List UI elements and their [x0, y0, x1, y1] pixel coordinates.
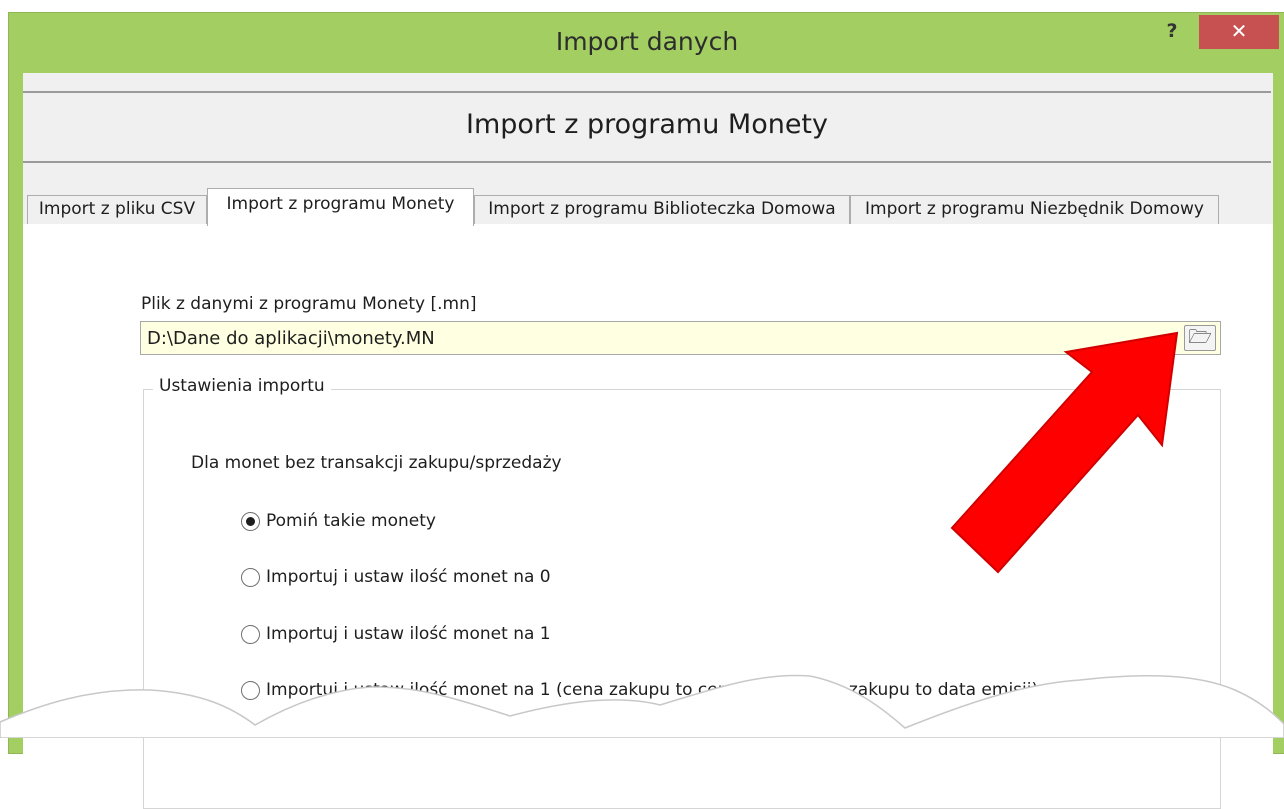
option-import-qty-1-emission[interactable]: Importuj i ustaw ilość monet na 1 (cena … [241, 680, 1038, 700]
window-title: Import danych [555, 27, 739, 56]
dialog-body: Import z programu Monety Import z pliku … [23, 73, 1273, 809]
banner-title: Import z programu Monety [466, 109, 828, 140]
option-label: Pomiń takie monety [266, 511, 436, 531]
option-label: Importuj i ustaw ilość monet na 1 [266, 624, 551, 644]
tab-import-niezbednik[interactable]: Import z programu Niezbędnik Domowy [850, 195, 1219, 224]
file-path-input[interactable] [140, 321, 1221, 355]
close-icon: ✕ [1230, 19, 1248, 43]
help-button[interactable]: ? [1161, 20, 1183, 42]
tab-import-monety[interactable]: Import z programu Monety [207, 188, 474, 226]
tab-import-csv[interactable]: Import z pliku CSV [27, 195, 207, 224]
settings-description: Dla monet bez transakcji zakupu/sprzedaż… [191, 453, 562, 473]
radio-button[interactable] [241, 624, 260, 644]
option-label: Importuj i ustaw ilość monet na 1 (cena … [266, 680, 1039, 700]
title-bar[interactable]: Import danych ? ✕ [9, 13, 1284, 73]
option-import-qty-0[interactable]: Importuj i ustaw ilość monet na 0 [241, 567, 551, 587]
radio-button-checked[interactable] [241, 511, 260, 531]
tab-panel-monety: Plik z danymi z programu Monety [.mn] 🗁 … [23, 224, 1273, 809]
file-path-label: Plik z danymi z programu Monety [.mn] [141, 294, 477, 314]
browse-button[interactable]: 🗁 [1184, 325, 1216, 351]
dialog-window: Import danych ? ✕ Import z programu Mone… [8, 12, 1284, 809]
header-banner: Import z programu Monety [23, 91, 1271, 163]
import-settings-group [143, 389, 1221, 809]
tab-import-biblioteczka[interactable]: Import z programu Biblioteczka Domowa [474, 195, 850, 224]
option-skip-coins[interactable]: Pomiń takie monety [241, 511, 436, 531]
open-folder-icon: 🗁 [1188, 326, 1212, 348]
import-settings-legend: Ustawienia importu [153, 376, 331, 396]
close-button[interactable]: ✕ [1199, 15, 1279, 49]
radio-button[interactable] [241, 680, 260, 700]
option-import-qty-1[interactable]: Importuj i ustaw ilość monet na 1 [241, 624, 551, 644]
radio-button[interactable] [241, 567, 260, 587]
option-label: Importuj i ustaw ilość monet na 0 [266, 567, 551, 587]
